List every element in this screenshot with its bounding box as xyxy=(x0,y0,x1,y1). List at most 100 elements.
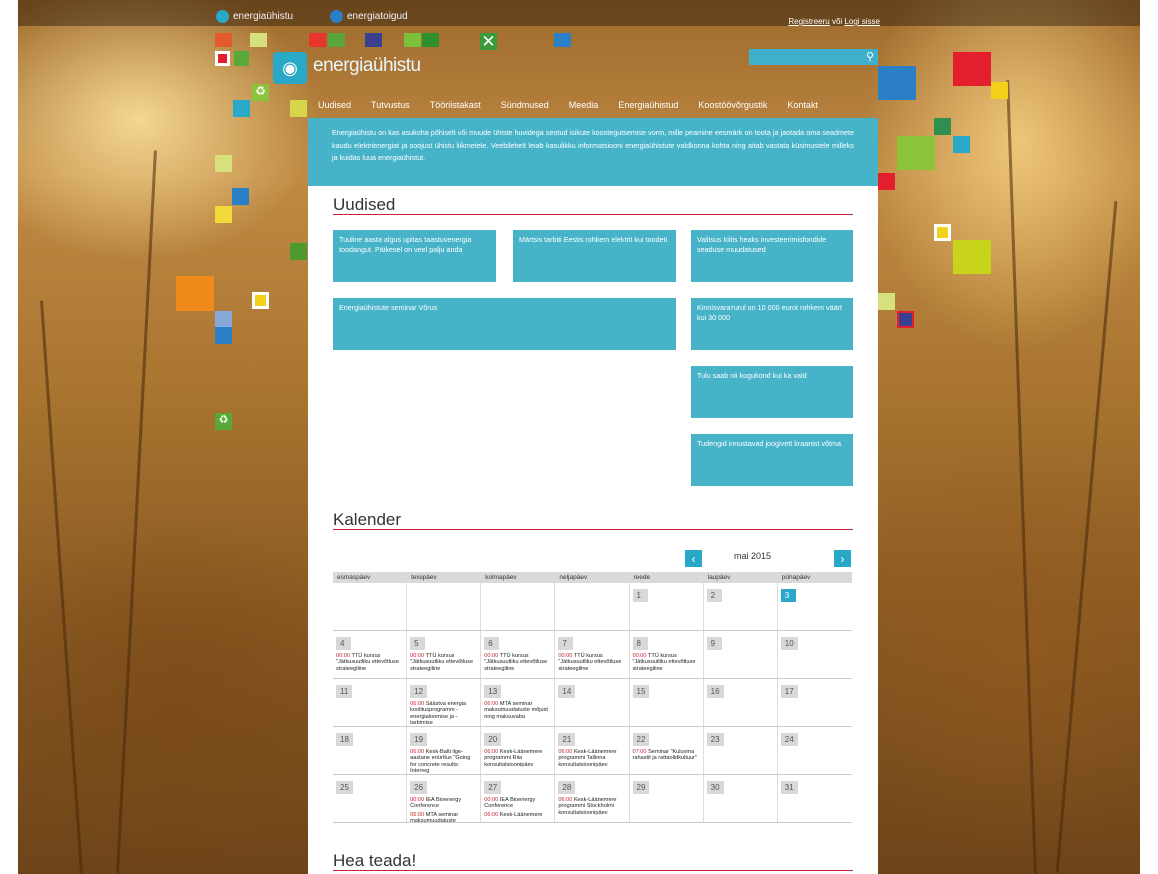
calendar-event[interactable]: 07:00 Seminar "Kuluvma rahastit ja ratta… xyxy=(633,749,700,762)
decor-tile xyxy=(234,51,249,66)
calendar-event[interactable]: 06:00 Kesk-Läänemere xyxy=(484,812,551,818)
calendar-day-cell[interactable] xyxy=(555,583,630,630)
day-number: 10 xyxy=(780,637,798,650)
calendar-event[interactable]: 06:00 Kesk-Läänemere programmi Stockholm… xyxy=(558,797,625,816)
calendar-day-cell[interactable]: 9 xyxy=(704,631,778,678)
decor-tile xyxy=(215,155,232,172)
calendar-prev-button[interactable]: ‹ xyxy=(685,550,702,567)
calendar-event[interactable]: 06:00 Kesk-Balti ilge-aastane eriürītus … xyxy=(410,749,477,774)
news-card[interactable]: Energiaühistute seminar Võrus xyxy=(333,298,676,350)
calendar-day-cell[interactable]: 7 00:00 TTÜ kursus "Jätkusuutliku ettevõt… xyxy=(555,631,630,678)
decor-tile xyxy=(290,243,307,260)
calendar-event[interactable]: 00:00 IEA Bioenergy Conference xyxy=(410,797,477,810)
weekday-label: teisipäev xyxy=(411,574,437,581)
calendar-day-cell[interactable]: 31 xyxy=(778,775,852,822)
calendar-event[interactable]: 06:00 Kesk-Läänemere programmi Riia kons… xyxy=(484,749,551,768)
nav-uudised[interactable]: Uudised xyxy=(318,100,351,110)
calendar-event[interactable]: 06:00 MTA seminar maksumuudatuste xyxy=(410,812,477,822)
calendar-day-cell[interactable]: 20 06:00 Kesk-Läänemere programmi Riia ko… xyxy=(481,727,556,774)
calendar-day-cell[interactable] xyxy=(481,583,556,630)
calendar-day-cell[interactable]: 18 xyxy=(333,727,408,774)
day-number: 26 xyxy=(410,781,428,794)
calendar-day-cell[interactable]: 3 xyxy=(778,583,852,630)
news-card[interactable]: Kinnisvarатurul on 10 000 eurot rohkem v… xyxy=(691,298,853,350)
calendar-header: esmaspäev teisipäev kolmapäev neljapäev … xyxy=(333,572,852,583)
calendar-day-cell[interactable]: 19 06:00 Kesk-Balti ilge-aastane eriürītu… xyxy=(407,727,482,774)
nav-meedia[interactable]: Meedia xyxy=(569,100,599,110)
news-card[interactable]: Tulu saab nii kogukond kui ka vald xyxy=(691,366,853,418)
search-input[interactable]: ⚲ xyxy=(749,49,878,65)
nav-energiauhistud[interactable]: Energiaühistud xyxy=(618,100,678,110)
nav-syndmused[interactable]: Sündmused xyxy=(501,100,549,110)
calendar-day-cell[interactable] xyxy=(333,583,408,630)
day-number: 2 xyxy=(706,589,722,602)
calendar-week-row: 25 26 00:00 IEA Bioenergy Conference 06:00 … xyxy=(333,775,852,823)
event-time: 00:00 xyxy=(558,653,573,659)
news-card[interactable]: Märtsis tarbiti Eestis rohkem elektrit k… xyxy=(513,230,676,282)
search-icon[interactable]: ⚲ xyxy=(866,50,874,63)
calendar-day-cell[interactable]: 29 xyxy=(630,775,704,822)
calendar-day-cell[interactable]: 15 xyxy=(630,679,704,726)
calendar-day-cell[interactable]: 5 00:00 TTÜ kursus "Jätkusuutliku ettevõt… xyxy=(407,631,482,678)
calendar-event[interactable]: 06:00 MTA seminar maksumuudatuste mõjust… xyxy=(484,701,551,720)
hea-teada-title: Hea teada! xyxy=(333,851,417,870)
energiatoigud-link[interactable]: energiatoigud xyxy=(330,10,408,23)
logo-text[interactable]: energiaühistu xyxy=(313,55,421,77)
calendar-day-cell[interactable]: 6 00:00 TTÜ kursus "Jätkusuutliku ettevõt… xyxy=(481,631,556,678)
calendar-event[interactable]: 06:00 Säästva energia koolitusprogramm -… xyxy=(410,701,477,726)
calendar-day-cell[interactable]: 16 xyxy=(704,679,778,726)
calendar-day-cell[interactable] xyxy=(407,583,482,630)
calendar-day-cell[interactable]: 25 xyxy=(333,775,408,822)
decor-tile xyxy=(215,206,232,223)
calendar-event[interactable]: 00:00 TTÜ kursus "Jätkusuutliku ettevõtl… xyxy=(410,653,477,672)
calendar-day-cell[interactable]: 12 06:00 Säästva energia koolitusprogramm… xyxy=(407,679,482,726)
calendar-day-cell[interactable]: 24 xyxy=(778,727,852,774)
register-link[interactable]: Registreeru xyxy=(788,17,829,26)
calendar-day-cell[interactable]: 26 00:00 IEA Bioenergy Conference 06:00 MT… xyxy=(407,775,482,822)
calendar-day-cell[interactable]: 22 07:00 Seminar "Kuluvma rahastit ja rat… xyxy=(630,727,704,774)
calendar-day-cell[interactable]: 23 xyxy=(704,727,778,774)
calendar-day-cell[interactable]: 4 00:00 TTÜ kursus "Jätkusuutliku ettevõt… xyxy=(333,631,408,678)
calendar-event[interactable]: 00:00 TTÜ kursus "Jätkusuutliku ettevõtl… xyxy=(633,653,700,672)
calendar-next-button[interactable]: › xyxy=(834,550,851,567)
day-number: 17 xyxy=(780,685,798,698)
event-time: 00:00 xyxy=(632,653,647,659)
calendar-day-cell[interactable]: 8 00:00 TTÜ kursus "Jätkusuutliku ettevõt… xyxy=(630,631,704,678)
calendar-event[interactable]: 00:00 IEA Bioenergy Conference xyxy=(484,797,551,810)
nav-kontakt[interactable]: Kontakt xyxy=(787,100,818,110)
day-number: 7 xyxy=(558,637,574,650)
decor-tile xyxy=(232,188,249,205)
energiauhistu-link[interactable]: energiaühistu xyxy=(216,10,293,23)
event-time: 06:00 xyxy=(484,701,499,707)
calendar-day-cell[interactable]: 10 xyxy=(778,631,852,678)
calendar-day-cell[interactable]: 11 xyxy=(333,679,408,726)
calendar-day-cell[interactable]: 2 xyxy=(704,583,778,630)
calendar-day-cell[interactable]: 14 xyxy=(555,679,630,726)
news-card[interactable]: Tuuline aasta algus upitas taastuvenergi… xyxy=(333,230,496,282)
energiauhistu-logo-icon xyxy=(216,10,229,23)
calendar-event[interactable]: 00:00 TTÜ kursus "Jätkusuutliku ettevõtl… xyxy=(558,653,625,672)
day-number: 15 xyxy=(632,685,650,698)
calendar-day-cell[interactable]: 30 xyxy=(704,775,778,822)
nav-tooriistakast[interactable]: Tööriistakast xyxy=(430,100,481,110)
nav-koostoovorgustik[interactable]: Koostöövõrgustik xyxy=(698,100,767,110)
calendar-day-cell[interactable]: 28 06:00 Kesk-Läänemere programmi Stockho… xyxy=(555,775,630,822)
calendar-day-cell[interactable]: 27 00:00 IEA Bioenergy Conference 06:00 Ke… xyxy=(481,775,556,822)
calendar-event[interactable]: 00:00 TTÜ kursus "Jätkusuutliku ettevõtl… xyxy=(484,653,551,672)
news-card[interactable]: Valitsus kiitis heaks investeerimisfondi… xyxy=(691,230,853,282)
hea-teada-rule xyxy=(333,870,853,871)
calendar-event[interactable]: 06:00 Kesk-Läänemere programmi Tallinna … xyxy=(558,749,625,768)
decor-tile xyxy=(250,33,267,47)
calendar-day-cell[interactable]: 13 06:00 MTA seminar maksumuudatuste mõju… xyxy=(481,679,556,726)
decor-tile xyxy=(215,311,232,328)
news-card[interactable]: Tudengid innustavad joogivett kraanist v… xyxy=(691,434,853,486)
login-link[interactable]: Logi sisse xyxy=(844,17,880,26)
calendar-event[interactable]: 00:00 TTÜ kursus "Jätkusuutliku ettevõtl… xyxy=(336,653,403,672)
calendar-day-cell[interactable]: 1 xyxy=(630,583,704,630)
calendar-day-cell[interactable]: 17 xyxy=(778,679,852,726)
event-time: 06:00 xyxy=(484,811,499,818)
calendar-day-cell[interactable]: 21 06:00 Kesk-Läänemere programmi Tallinn… xyxy=(555,727,630,774)
day-number: 16 xyxy=(706,685,724,698)
nav-tutvustus[interactable]: Tutvustus xyxy=(371,100,410,110)
logo-icon[interactable]: ◉ xyxy=(273,52,307,84)
